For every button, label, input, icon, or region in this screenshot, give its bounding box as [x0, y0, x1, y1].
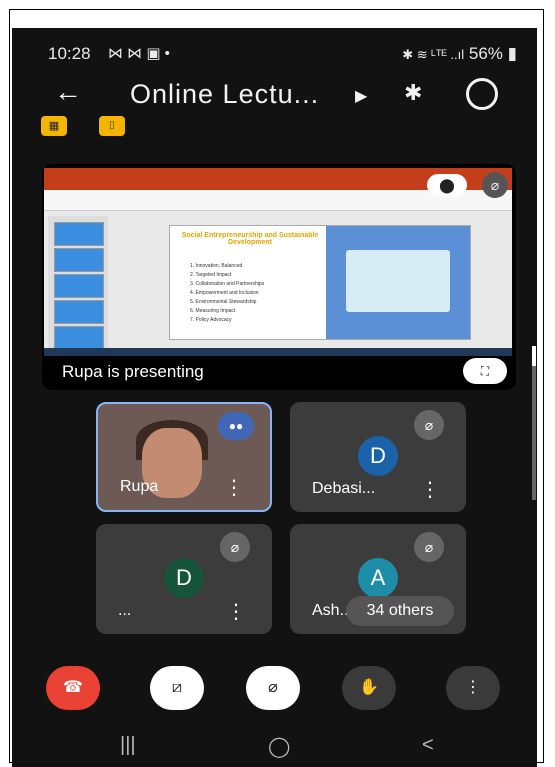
slide-list-item: 2. Targeted Impact [190, 272, 232, 278]
scrollbar[interactable] [532, 346, 536, 500]
slide-thumbnail [54, 222, 104, 246]
speaking-indicator-icon: ●● [218, 412, 254, 440]
slide-thumbnail [54, 300, 104, 324]
slide-list-item: 5. Environmental Stewardship [190, 299, 257, 305]
avatar: D [358, 436, 398, 476]
presenter-mic-off-icon: ⌀ [482, 172, 508, 198]
more-options-button[interactable]: ⋮ [446, 666, 500, 710]
call-controls: ☎ ⧄ ⌀ ✋ ⋮ [12, 666, 537, 726]
slide-list-item: 3. Collaboration and Partnerships [190, 281, 265, 287]
participant-more-icon[interactable]: ⋮ [226, 602, 246, 622]
participant-more-icon[interactable]: ⋮ [224, 478, 244, 498]
bluetooth-audio-icon[interactable]: ✱ [404, 80, 422, 106]
transcript-indicator-icon[interactable]: ⌷ [99, 116, 125, 136]
recording-indicator-icon[interactable]: ▦ [41, 116, 67, 136]
slide-thumbnail [54, 326, 104, 350]
back-button[interactable]: < [422, 734, 434, 757]
home-button[interactable]: ◯ [268, 734, 290, 759]
battery-icon: ▮ [507, 44, 517, 63]
slide-title: Social Entrepreneurship and Sustainable … [181, 232, 319, 246]
mic-off-icon: ⌀ [414, 410, 444, 440]
presentation-view[interactable]: Social Entrepreneurship and Sustainable … [42, 164, 516, 390]
participant-name: Debasi... [312, 480, 376, 497]
pin-icon[interactable]: ⬤ [427, 174, 467, 196]
slide-thumbnails [48, 216, 108, 350]
slide-list-item: 6. Measuring Impact [190, 308, 236, 314]
end-call-button[interactable]: ☎ [46, 666, 100, 710]
participant-tile-rupa[interactable]: ●● Rupa ⋮ [96, 402, 272, 512]
slide-canvas: Social Entrepreneurship and Sustainable … [169, 225, 471, 340]
participant-tile-ash[interactable]: ⌀ A Ash... 34 others [290, 524, 466, 634]
slide-thumbnail [54, 248, 104, 272]
camera-off-button[interactable]: ⧄ [150, 666, 204, 710]
slide-image-inner [346, 250, 450, 312]
slide-list: 1. Innovation, Balanced 2. Targeted Impa… [190, 262, 264, 325]
meeting-title[interactable]: Online Lectu... [130, 79, 319, 110]
status-bar: 10:28 ⋈ ⋈ ▣ • ✱ ≋ ᴸᵀᴱ ..ıl 56% ▮ [12, 28, 537, 68]
battery-level: 56% [468, 44, 503, 63]
raise-hand-button[interactable]: ✋ [342, 666, 396, 710]
recents-button[interactable]: ||| [120, 734, 136, 757]
participant-more-icon[interactable]: ⋮ [420, 480, 440, 500]
mic-off-icon: ⌀ [414, 532, 444, 562]
avatar: D [164, 558, 204, 598]
switch-camera-icon[interactable] [466, 78, 498, 110]
participant-name: Rupa [120, 478, 159, 495]
others-count-chip[interactable]: 34 others [346, 596, 454, 626]
mic-off-button[interactable]: ⌀ [246, 666, 300, 710]
scrollbar-thumb[interactable] [532, 346, 536, 366]
status-right: ✱ ≋ ᴸᵀᴱ ..ıl 56% ▮ [402, 44, 517, 64]
signal-icons: ✱ ≋ ᴸᵀᴱ ..ıl [402, 47, 465, 62]
back-arrow-icon[interactable]: ← [54, 76, 82, 108]
presenter-label: Rupa is presenting [62, 362, 204, 381]
phone-screen: 10:28 ⋈ ⋈ ▣ • ✱ ≋ ᴸᵀᴱ ..ıl 56% ▮ ← Onlin… [12, 28, 537, 767]
slide-list-item: 7. Policy Advocacy [190, 317, 232, 323]
android-nav-bar: ||| ◯ < [12, 728, 537, 767]
slide-image [326, 226, 470, 339]
participant-tile-d[interactable]: ⌀ D ... ⋮ [96, 524, 272, 634]
slide-list-item: 1. Innovation, Balanced [190, 263, 243, 269]
fullscreen-icon[interactable]: ⛶ [463, 358, 507, 384]
shared-taskbar [44, 348, 512, 356]
slide-list-item: 4. Empowerment and Inclusion [190, 290, 259, 296]
avatar: A [358, 558, 398, 598]
mic-off-icon: ⌀ [220, 532, 250, 562]
participant-name: ... [118, 602, 132, 619]
meeting-topbar: ← Online Lectu... ▶ ✱ [12, 76, 537, 120]
shared-screen: Social Entrepreneurship and Sustainable … [44, 168, 512, 356]
meeting-details-chevron-icon[interactable]: ▶ [355, 86, 367, 106]
notification-icons: ⋈ ⋈ ▣ • [108, 45, 170, 62]
slide-thumbnail [54, 274, 104, 298]
status-time: 10:28 [48, 44, 91, 63]
participant-tile-debasi[interactable]: ⌀ D Debasi... ⋮ [290, 402, 466, 512]
